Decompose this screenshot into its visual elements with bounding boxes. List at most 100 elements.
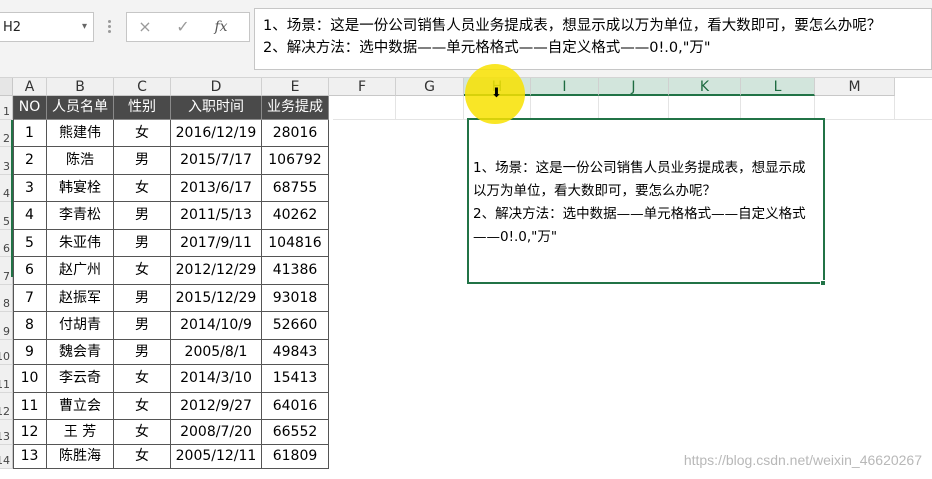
- table-cell[interactable]: 李云奇: [47, 365, 114, 393]
- table-cell[interactable]: 6: [13, 257, 47, 285]
- table-cell[interactable]: 15413: [262, 365, 329, 393]
- table-cell[interactable]: 王 芳: [47, 420, 114, 445]
- table-cell[interactable]: 2012/9/27: [171, 393, 262, 420]
- table-cell[interactable]: 男: [114, 147, 171, 175]
- table-cell[interactable]: 男: [114, 202, 171, 230]
- table-cell[interactable]: 52660: [262, 312, 329, 340]
- table-cell[interactable]: 2005/12/11: [171, 445, 262, 469]
- table-cell[interactable]: 女: [114, 445, 171, 469]
- table-header-cell[interactable]: 人员名单: [47, 96, 114, 120]
- table-cell[interactable]: 8: [13, 312, 47, 340]
- table-cell[interactable]: 男: [114, 285, 171, 312]
- table-cell[interactable]: 1: [13, 120, 47, 147]
- table-cell[interactable]: 2015/12/29: [171, 285, 262, 312]
- table-header-cell[interactable]: 入职时间: [171, 96, 262, 120]
- table-cell[interactable]: 李青松: [47, 202, 114, 230]
- table-cell[interactable]: 付胡青: [47, 312, 114, 340]
- table-cell[interactable]: 40262: [262, 202, 329, 230]
- table-cell[interactable]: 女: [114, 120, 171, 147]
- table-cell[interactable]: 2016/12/19: [171, 120, 262, 147]
- table-cell[interactable]: 13: [13, 445, 47, 469]
- row-header-14[interactable]: 14: [0, 445, 13, 469]
- column-header-j[interactable]: J: [599, 78, 669, 96]
- table-cell[interactable]: 104816: [262, 230, 329, 257]
- row-header-12[interactable]: 12: [0, 393, 13, 420]
- table-cell[interactable]: 魏会青: [47, 340, 114, 365]
- formula-input[interactable]: 1、场景：这是一份公司销售人员业务提成表，想显示成以万为单位，看大数即可，要怎么…: [254, 8, 932, 70]
- name-box[interactable]: ▾: [0, 12, 94, 42]
- table-cell[interactable]: 9: [13, 340, 47, 365]
- table-cell[interactable]: 陈浩: [47, 147, 114, 175]
- table-cell[interactable]: 5: [13, 230, 47, 257]
- table-cell[interactable]: 10: [13, 365, 47, 393]
- table-cell[interactable]: 66552: [262, 420, 329, 445]
- table-cell[interactable]: 93018: [262, 285, 329, 312]
- table-cell[interactable]: 赵振军: [47, 285, 114, 312]
- table-cell[interactable]: 3: [13, 175, 47, 202]
- table-cell[interactable]: 韩宴栓: [47, 175, 114, 202]
- table-cell[interactable]: 曹立会: [47, 393, 114, 420]
- table-cell[interactable]: 106792: [262, 147, 329, 175]
- column-header-e[interactable]: E: [262, 78, 329, 96]
- table-cell[interactable]: 2: [13, 147, 47, 175]
- table-cell[interactable]: 男: [114, 230, 171, 257]
- column-header-i[interactable]: I: [531, 78, 599, 96]
- column-header-k[interactable]: K: [669, 78, 741, 96]
- table-cell[interactable]: 女: [114, 365, 171, 393]
- row-header-8[interactable]: 8: [0, 285, 13, 312]
- table-cell[interactable]: 2017/9/11: [171, 230, 262, 257]
- table-cell[interactable]: 陈胜海: [47, 445, 114, 469]
- table-cell[interactable]: 28016: [262, 120, 329, 147]
- column-header-d[interactable]: D: [171, 78, 262, 96]
- column-header-g[interactable]: G: [396, 78, 464, 96]
- table-cell[interactable]: 11: [13, 393, 47, 420]
- table-cell[interactable]: 2014/3/10: [171, 365, 262, 393]
- table-cell[interactable]: 朱亚伟: [47, 230, 114, 257]
- table-cell[interactable]: 41386: [262, 257, 329, 285]
- table-cell[interactable]: 2012/12/29: [171, 257, 262, 285]
- table-cell[interactable]: 68755: [262, 175, 329, 202]
- column-header-m[interactable]: M: [815, 78, 895, 96]
- row-header-9[interactable]: 9: [0, 312, 13, 340]
- column-header-c[interactable]: C: [114, 78, 171, 96]
- table-cell[interactable]: 64016: [262, 393, 329, 420]
- table-cell[interactable]: 49843: [262, 340, 329, 365]
- table-cell[interactable]: 男: [114, 312, 171, 340]
- enter-icon[interactable]: ✓: [171, 16, 195, 38]
- name-box-input[interactable]: [3, 18, 69, 36]
- table-cell[interactable]: 女: [114, 257, 171, 285]
- column-header-f[interactable]: F: [329, 78, 396, 96]
- insert-function-icon[interactable]: fx: [209, 16, 233, 38]
- table-cell[interactable]: 女: [114, 175, 171, 202]
- column-header-l[interactable]: L: [741, 78, 815, 96]
- table-cell[interactable]: 2013/6/17: [171, 175, 262, 202]
- table-cell[interactable]: 12: [13, 420, 47, 445]
- table-cell[interactable]: 女: [114, 393, 171, 420]
- table-cell[interactable]: 熊建伟: [47, 120, 114, 147]
- row-header-13[interactable]: 13: [0, 420, 13, 445]
- table-cell[interactable]: 赵广州: [47, 257, 114, 285]
- table-cell[interactable]: 2011/5/13: [171, 202, 262, 230]
- table-cell[interactable]: 2008/7/20: [171, 420, 262, 445]
- column-header-b[interactable]: B: [47, 78, 114, 96]
- column-header-a[interactable]: A: [13, 78, 47, 96]
- table-header-cell[interactable]: NO: [13, 96, 47, 120]
- row-header-1[interactable]: 1: [0, 96, 13, 120]
- table-cell[interactable]: 2015/7/17: [171, 147, 262, 175]
- table-cell[interactable]: 2014/10/9: [171, 312, 262, 340]
- cancel-icon[interactable]: ×: [133, 16, 157, 38]
- row-header-10[interactable]: 10: [0, 340, 13, 365]
- table-cell[interactable]: 女: [114, 420, 171, 445]
- drag-handle-icon[interactable]: [108, 20, 112, 34]
- table-header-cell[interactable]: 业务提成: [262, 96, 329, 120]
- table-cell[interactable]: 2005/8/1: [171, 340, 262, 365]
- fill-handle[interactable]: [820, 280, 826, 286]
- merged-text-cell[interactable]: 1、场景：这是一份公司销售人员业务提成表，想显示成 以万为单位，看大数即可，要怎…: [467, 118, 825, 284]
- table-cell[interactable]: 7: [13, 285, 47, 312]
- table-cell[interactable]: 男: [114, 340, 171, 365]
- table-cell[interactable]: 4: [13, 202, 47, 230]
- chevron-down-icon[interactable]: ▾: [82, 21, 87, 32]
- table-cell[interactable]: 61809: [262, 445, 329, 469]
- table-header-cell[interactable]: 性别: [114, 96, 171, 120]
- select-all-corner[interactable]: [0, 78, 13, 96]
